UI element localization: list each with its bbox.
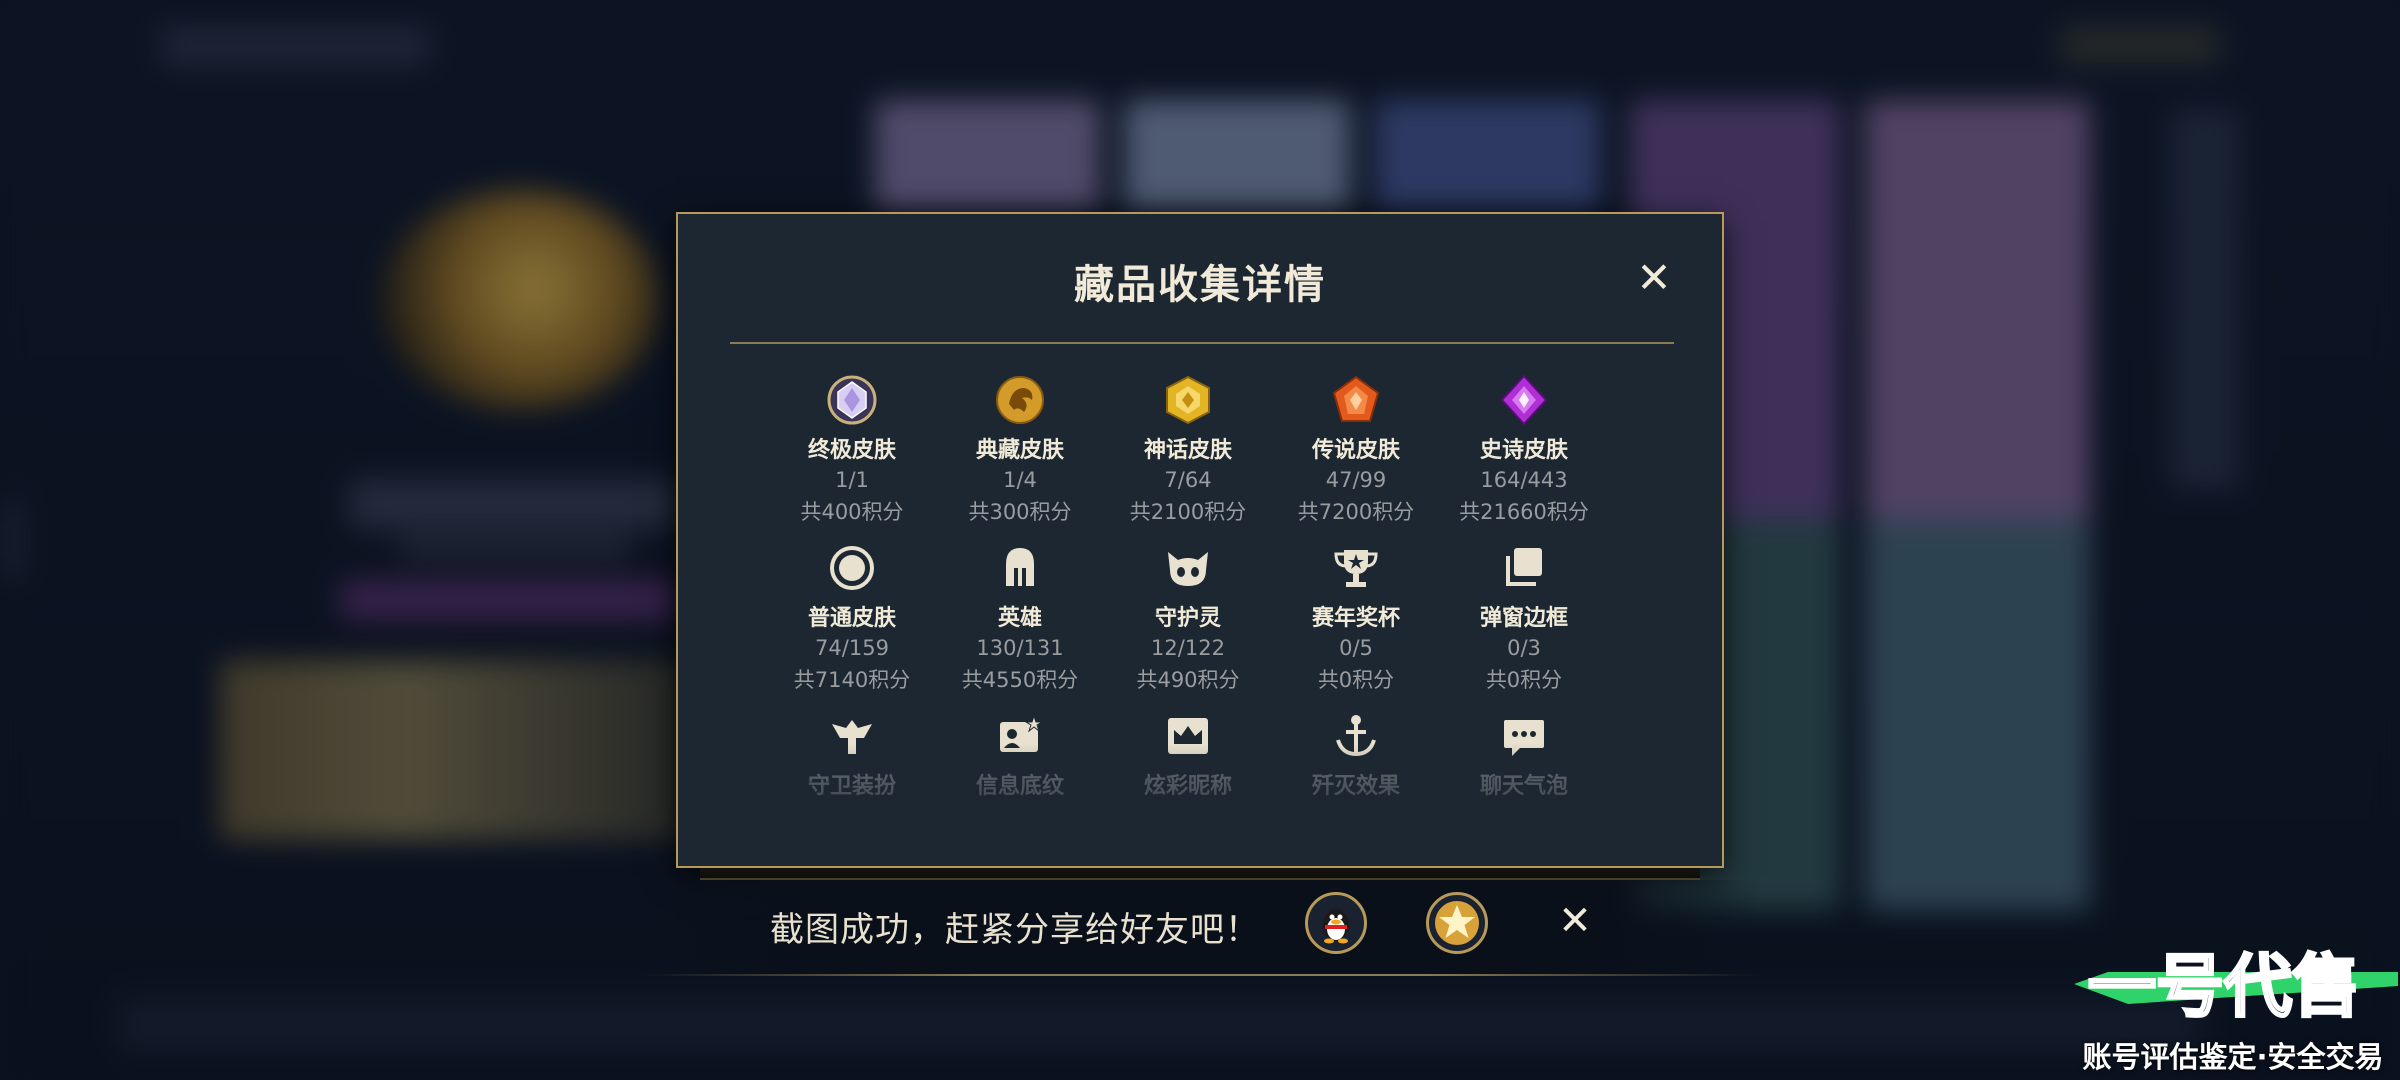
category-points: 共2100积分	[1129, 500, 1247, 524]
watermark: 一号代售 账号评估鉴定·安全交易	[2068, 926, 2398, 1074]
bg-bottom-nav	[120, 1000, 2200, 1050]
legendary-skin-icon	[1332, 375, 1380, 422]
toast-message: 截图成功，赶紧分享给好友吧！	[770, 910, 1260, 950]
category-name: 普通皮肤	[807, 606, 896, 631]
popup-frame-icon	[1506, 548, 1542, 586]
category-count: 130/131	[976, 636, 1064, 660]
category-name: 传说皮肤	[1311, 438, 1400, 463]
bg-skin-card	[875, 100, 1100, 210]
category-hero[interactable]: 英雄 130/131 共4550积分	[936, 542, 1104, 694]
ultimate-skin-icon	[827, 375, 877, 425]
category-name: 英雄	[997, 606, 1042, 631]
category-count: 47/99	[1325, 468, 1387, 492]
category-annihilation-effect[interactable]: 歼灭效果	[1272, 710, 1440, 800]
toast-underline	[640, 974, 1760, 976]
category-name: 聊天气泡	[1479, 774, 1568, 799]
category-count: 0/3	[1507, 636, 1541, 660]
category-count: 0/5	[1339, 636, 1373, 660]
guard-outfit-icon	[832, 720, 872, 754]
category-points: 共0积分	[1317, 668, 1395, 692]
category-count: 74/159	[815, 636, 889, 660]
category-count: 7/64	[1164, 468, 1212, 492]
category-guardian-spirit[interactable]: 守护灵 12/122 共490积分	[1104, 542, 1272, 694]
modal-title: 藏品收集详情	[1074, 262, 1326, 308]
bg-player-sub	[400, 535, 630, 559]
category-points: 共4550积分	[961, 668, 1079, 692]
category-points: 共490积分	[1136, 668, 1240, 692]
category-points: 共400积分	[800, 500, 904, 524]
category-popup-frame[interactable]: 弹窗边框 0/3 共0积分	[1440, 542, 1608, 694]
annihilation-effect-icon	[1336, 715, 1376, 757]
category-name: 史诗皮肤	[1479, 438, 1568, 463]
category-name: 守护灵	[1154, 606, 1221, 631]
category-points: 共7200积分	[1297, 500, 1415, 524]
star-icon	[1435, 901, 1479, 945]
share-favorite-button[interactable]	[1426, 892, 1488, 954]
trophy-icon	[1334, 550, 1378, 587]
bg-avatar-emblem	[380, 190, 660, 410]
bg-player-name	[350, 480, 680, 528]
bg-banner	[220, 660, 690, 840]
category-info-background[interactable]: 信息底纹	[936, 710, 1104, 800]
category-collector-skin[interactable]: 典藏皮肤 1/4 共300积分	[936, 374, 1104, 526]
category-points: 共300积分	[968, 500, 1072, 524]
category-points: 共0积分	[1485, 668, 1563, 692]
category-name: 守卫装扮	[807, 774, 896, 799]
category-points: 共21660积分	[1459, 500, 1589, 524]
category-normal-skin[interactable]: 普通皮肤 74/159 共7140积分	[768, 542, 936, 694]
bg-side-menu	[2170, 110, 2240, 490]
category-count: 1/1	[835, 468, 869, 492]
qq-penguin-icon	[1323, 909, 1349, 944]
bg-skin-card	[1865, 520, 2090, 910]
bg-skin-card	[1375, 100, 1600, 210]
bg-side-id	[6, 500, 20, 580]
watermark-logo-text: 一号代售	[2088, 949, 2360, 1025]
category-season-trophy[interactable]: 赛年奖杯 0/5 共0积分	[1272, 542, 1440, 694]
category-count: 1/4	[1003, 468, 1037, 492]
watermark-subtitle: 账号评估鉴定·安全交易	[2082, 1040, 2384, 1074]
category-legendary-skin[interactable]: 传说皮肤 47/99 共7200积分	[1272, 374, 1440, 526]
bg-back-button	[160, 25, 430, 67]
share-qq-button[interactable]	[1305, 892, 1367, 954]
category-colorful-nickname[interactable]: 炫彩昵称	[1104, 710, 1272, 800]
screenshot-toast: 截图成功，赶紧分享给好友吧！ ✕	[640, 880, 1760, 976]
title-divider	[730, 342, 1674, 344]
watermark-logo: 一号代售	[2074, 948, 2398, 1027]
category-name: 信息底纹	[975, 774, 1064, 799]
category-count: 12/122	[1151, 636, 1225, 660]
category-points: 共7140积分	[793, 668, 911, 692]
colorful-nickname-icon	[1168, 718, 1208, 754]
collector-skin-icon	[996, 376, 1044, 424]
close-icon[interactable]: ✕	[1550, 896, 1600, 946]
category-mythic-skin[interactable]: 神话皮肤 7/64 共2100积分	[1104, 374, 1272, 526]
bg-skin-card	[1125, 100, 1350, 210]
category-epic-skin[interactable]: 史诗皮肤 164/443 共21660积分	[1440, 374, 1608, 526]
epic-skin-icon	[1500, 374, 1548, 426]
hero-helmet-icon	[1006, 548, 1034, 586]
category-name: 典藏皮肤	[975, 438, 1064, 463]
category-name: 终极皮肤	[807, 438, 896, 463]
collection-grid[interactable]: 终极皮肤 1/1 共400积分 典藏皮肤 1/4 共300积分 神话皮肤 7/6…	[768, 374, 1608, 834]
category-chat-bubble[interactable]: 聊天气泡	[1440, 710, 1608, 800]
category-ultimate-skin[interactable]: 终极皮肤 1/1 共400积分	[768, 374, 936, 526]
category-guard-outfit[interactable]: 守卫装扮	[768, 710, 936, 800]
collection-details-modal: 藏品收集详情 ✕ 终极皮肤 1/1 共400积分 典藏皮肤 1/4 共300积分	[676, 212, 1724, 868]
bg-top-right-icons	[2060, 25, 2220, 65]
bg-player-badge	[340, 580, 680, 620]
category-name: 歼灭效果	[1311, 774, 1400, 799]
chat-bubble-icon	[1504, 720, 1544, 756]
guardian-spirit-icon	[1168, 552, 1208, 586]
modal-base-ledge	[700, 866, 1700, 880]
category-name: 神话皮肤	[1143, 438, 1232, 463]
category-name: 赛年奖杯	[1311, 606, 1400, 631]
bg-skin-card	[1865, 100, 2090, 520]
normal-skin-icon	[830, 546, 874, 590]
category-count: 164/443	[1480, 468, 1568, 492]
info-background-icon	[1000, 714, 1044, 752]
mythic-skin-icon	[1166, 375, 1210, 425]
category-name: 炫彩昵称	[1143, 774, 1232, 799]
category-name: 弹窗边框	[1479, 606, 1568, 631]
close-icon[interactable]: ✕	[1634, 257, 1674, 299]
